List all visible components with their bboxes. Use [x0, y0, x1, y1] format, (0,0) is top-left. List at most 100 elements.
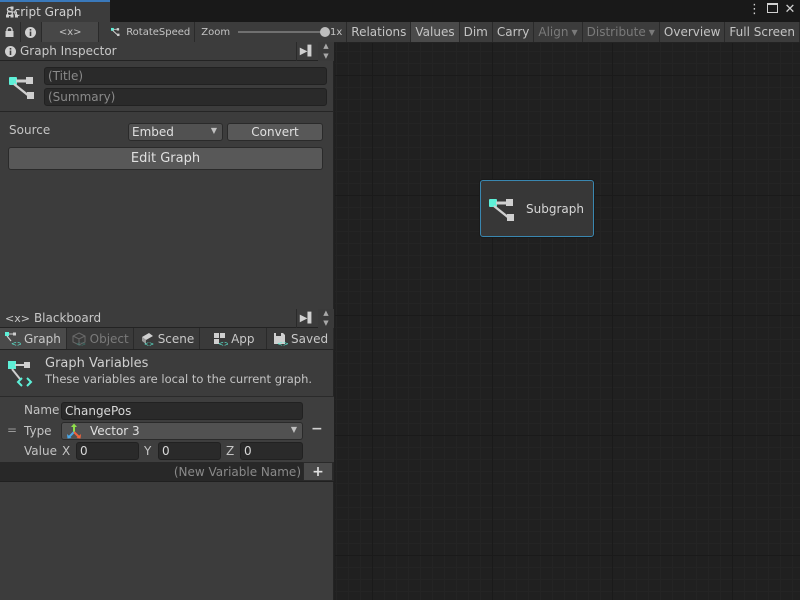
x-label: X [62, 444, 71, 458]
variable-type-value: Vector 3 [90, 424, 140, 438]
breadcrumb-label: RotateSpeed [126, 26, 191, 38]
tab-saved-label: Saved [291, 331, 329, 346]
type-label: Type [24, 424, 52, 438]
graph-inspector-panel: (Title) (Summary) Source Embed ▼ Convert… [0, 61, 334, 310]
dock-icon: ▶▌ [299, 46, 316, 57]
dock-panel-button[interactable]: ▶▌ [296, 42, 318, 61]
zoom-slider-thumb[interactable] [320, 27, 330, 37]
tab-scene[interactable]: <> Scene [133, 328, 201, 349]
carry-button[interactable]: Carry [492, 22, 535, 42]
graph-variables-title: Graph Variables [45, 356, 149, 371]
window-tab-script-graph[interactable]: Script Graph [0, 0, 110, 22]
subgraph-node[interactable]: Subgraph [480, 180, 594, 237]
tab-graph[interactable]: <> Graph [0, 328, 67, 349]
scroll-down-icon[interactable]: ▼ [323, 52, 328, 61]
remove-variable-button[interactable]: − [311, 421, 323, 437]
title-placeholder: (Title) [48, 69, 84, 83]
edit-graph-label: Edit Graph [130, 151, 201, 166]
align-dropdown[interactable]: Align ▼ [534, 22, 583, 42]
tab-scene-label: Scene [157, 331, 195, 346]
scroll-up-icon[interactable]: ▲ [323, 309, 328, 318]
distribute-dropdown[interactable]: Distribute ▼ [582, 22, 660, 42]
dock-panel-button[interactable]: ▶▌ [296, 309, 318, 328]
svg-text:<>: <> [218, 340, 228, 346]
tab-saved[interactable]: <> Saved [267, 328, 334, 349]
graph-inspector-title: Graph Inspector [20, 44, 117, 58]
z-label: Z [226, 444, 235, 458]
overview-label: Overview [663, 25, 721, 39]
plus-icon: + [312, 463, 324, 480]
x-value-field[interactable]: 0 [76, 442, 139, 460]
lock-icon [5, 27, 14, 37]
info-button[interactable] [20, 22, 43, 42]
app-variables-icon: <> [214, 332, 228, 346]
maximize-icon[interactable] [766, 3, 778, 17]
panel-scrollbar[interactable]: ▲ ▼ [318, 42, 334, 61]
zoom-value: 1x [330, 26, 343, 38]
graph-canvas[interactable]: Subgraph [335, 43, 800, 600]
relations-button[interactable]: Relations [347, 22, 412, 42]
chevron-down-icon: ▼ [210, 126, 217, 135]
drag-handle-icon[interactable]: = [7, 423, 17, 437]
dim-button[interactable]: Dim [459, 22, 493, 42]
relations-label: Relations [351, 25, 407, 39]
svg-text:<>: <> [76, 341, 86, 346]
panel-scrollbar[interactable]: ▲ ▼ [318, 309, 334, 328]
subgraph-icon [489, 198, 514, 221]
values-button[interactable]: Values [411, 22, 460, 42]
lock-button[interactable] [0, 22, 21, 42]
tab-graph-label: Graph [23, 331, 61, 346]
full-screen-label: Full Screen [729, 25, 795, 39]
title-field[interactable]: (Title) [44, 67, 327, 85]
graph-icon [111, 27, 120, 37]
variable-name-field[interactable]: ChangePos [61, 402, 303, 420]
full-screen-button[interactable]: Full Screen [725, 22, 800, 42]
zoom-label: Zoom [201, 26, 231, 38]
overview-button[interactable]: Overview [659, 22, 726, 42]
svg-text:<>: <> [277, 340, 288, 346]
zoom-slider[interactable] [238, 27, 330, 37]
scroll-down-icon[interactable]: ▼ [323, 319, 328, 328]
variable-item: = Name ChangePos Type Vector 3 ▼ − Value… [0, 396, 334, 470]
variables-icon: <x> [58, 26, 82, 38]
chevron-down-icon: ▼ [648, 27, 655, 37]
graph-toolbar: <x> RotateSpeed Zoom 1x Relations Values… [0, 22, 800, 43]
align-label: Align [538, 25, 569, 39]
convert-label: Convert [251, 125, 299, 139]
z-value-field[interactable]: 0 [240, 442, 303, 460]
dock-icon: ▶▌ [299, 313, 316, 324]
variables-toggle-button[interactable]: <x> [42, 22, 100, 42]
convert-button[interactable]: Convert [227, 123, 323, 141]
values-label: Values [415, 25, 455, 39]
graph-variables-icon [8, 361, 33, 387]
add-variable-button[interactable]: + [303, 462, 333, 481]
divider [0, 111, 334, 112]
summary-field[interactable]: (Summary) [44, 88, 327, 106]
graph-icon [9, 77, 34, 99]
breadcrumb-rotatespeed[interactable]: RotateSpeed [99, 22, 196, 42]
object-variables-icon: <> [72, 331, 86, 346]
source-label: Source [9, 123, 51, 137]
zoom-control: Zoom 1x [195, 22, 348, 42]
edit-graph-button[interactable]: Edit Graph [8, 147, 323, 170]
z-value: 0 [244, 444, 252, 458]
source-value: Embed [132, 125, 174, 139]
tab-app[interactable]: <> App [200, 328, 268, 349]
svg-text:<>: <> [144, 341, 154, 346]
blackboard-title: Blackboard [33, 311, 102, 325]
y-label: Y [144, 444, 152, 458]
tab-object[interactable]: <> Object [66, 328, 134, 349]
variable-name-value: ChangePos [65, 404, 132, 418]
variable-type-dropdown[interactable]: Vector 3 ▼ [61, 422, 303, 440]
source-dropdown[interactable]: Embed ▼ [128, 123, 223, 141]
blackboard-panel: <> Graph <> Object <> Scene <> App <> Sa… [0, 328, 334, 600]
new-variable-name-field[interactable]: (New Variable Name) [174, 465, 301, 479]
scroll-up-icon[interactable]: ▲ [323, 42, 328, 51]
tab-object-label: Object [89, 331, 129, 346]
y-value-field[interactable]: 0 [158, 442, 221, 460]
graph-variables-icon: <> [4, 331, 21, 346]
blackboard-header: <x> Blackboard ▶▌ ▲ ▼ [0, 309, 334, 328]
close-icon[interactable]: ✕ [784, 3, 796, 17]
window-menu-icon[interactable]: ⋮ [748, 3, 761, 17]
vector3-icon [67, 423, 81, 439]
